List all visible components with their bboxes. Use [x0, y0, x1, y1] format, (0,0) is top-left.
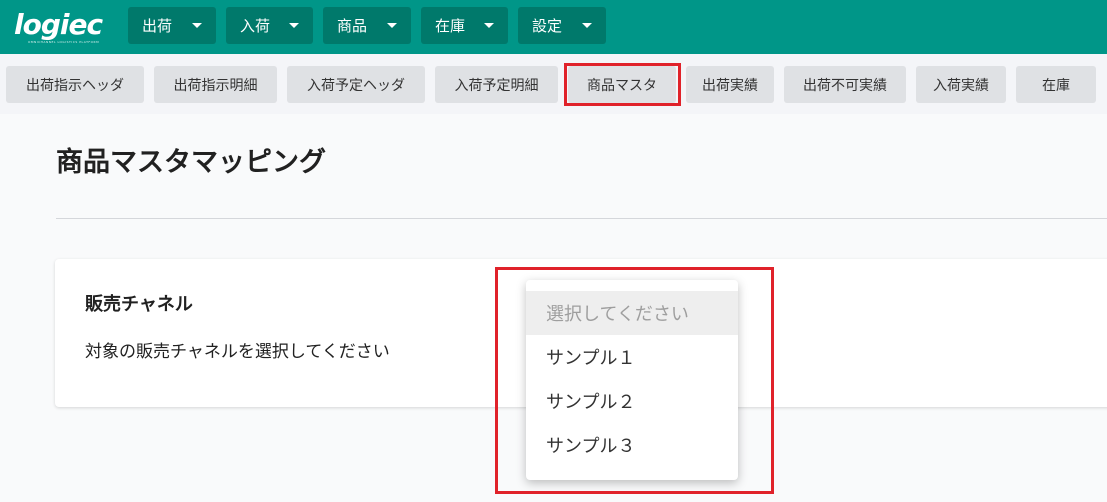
caret-down-icon: [192, 23, 202, 28]
sub-tab-label: 出荷指示明細: [173, 77, 258, 94]
divider: [56, 218, 1107, 219]
logiec-logo[interactable]: logiec OMNICHANNEL LOGISTICS PLATFORM: [14, 6, 114, 46]
sub-tab-label: 出荷指示ヘッダ: [26, 77, 124, 94]
menu-products[interactable]: 商品: [323, 7, 411, 44]
page-title: 商品マスタマッピング: [56, 147, 326, 178]
menu-settings[interactable]: 設定: [518, 7, 606, 44]
sub-tab-shipping-results[interactable]: 出荷実績: [686, 66, 774, 103]
menu-label: 入荷: [240, 17, 271, 35]
sub-tab-label: 出荷不可実績: [803, 77, 887, 94]
logo-text: logiec: [14, 8, 103, 41]
menu-shipping[interactable]: 出荷: [128, 7, 216, 44]
sub-tab-label: 入荷予定ヘッダ: [307, 77, 405, 94]
sub-tab-label: 在庫: [1042, 77, 1070, 94]
sub-tab-label: 入荷実績: [933, 77, 989, 94]
menu-receiving[interactable]: 入荷: [226, 7, 313, 44]
caret-down-icon: [582, 23, 592, 28]
caret-down-icon: [387, 23, 397, 28]
highlight-box-product-master: [564, 63, 681, 106]
sub-tab-label: 出荷実績: [702, 77, 758, 94]
sub-tab-receiving-results[interactable]: 入荷実績: [916, 66, 1006, 103]
menu-inventory[interactable]: 在庫: [421, 7, 508, 44]
sub-tab-receiving-detail[interactable]: 入荷予定明細: [435, 66, 558, 103]
menu-label: 設定: [532, 17, 563, 35]
sub-tab-receiving-header[interactable]: 入荷予定ヘッダ: [287, 66, 425, 103]
menu-label: 商品: [337, 17, 368, 35]
sub-tab-shipping-detail[interactable]: 出荷指示明細: [154, 66, 277, 103]
sub-tab-inventory[interactable]: 在庫: [1016, 66, 1096, 103]
caret-down-icon: [289, 23, 299, 28]
highlight-box-dropdown: [495, 267, 774, 494]
sub-tab-shipping-header[interactable]: 出荷指示ヘッダ: [6, 66, 144, 103]
top-nav-bar: logiec OMNICHANNEL LOGISTICS PLATFORM 出荷…: [0, 0, 1107, 54]
channel-description: 対象の販売チャネルを選択してください: [85, 342, 390, 362]
caret-down-icon: [484, 23, 494, 28]
menu-label: 在庫: [435, 17, 466, 35]
channel-title: 販売チャネル: [85, 294, 193, 315]
sub-tab-unshippable-results[interactable]: 出荷不可実績: [784, 66, 906, 103]
logo-tagline: OMNICHANNEL LOGISTICS PLATFORM: [28, 40, 100, 44]
menu-label: 出荷: [142, 17, 173, 35]
sub-tab-label: 入荷予定明細: [454, 77, 539, 94]
